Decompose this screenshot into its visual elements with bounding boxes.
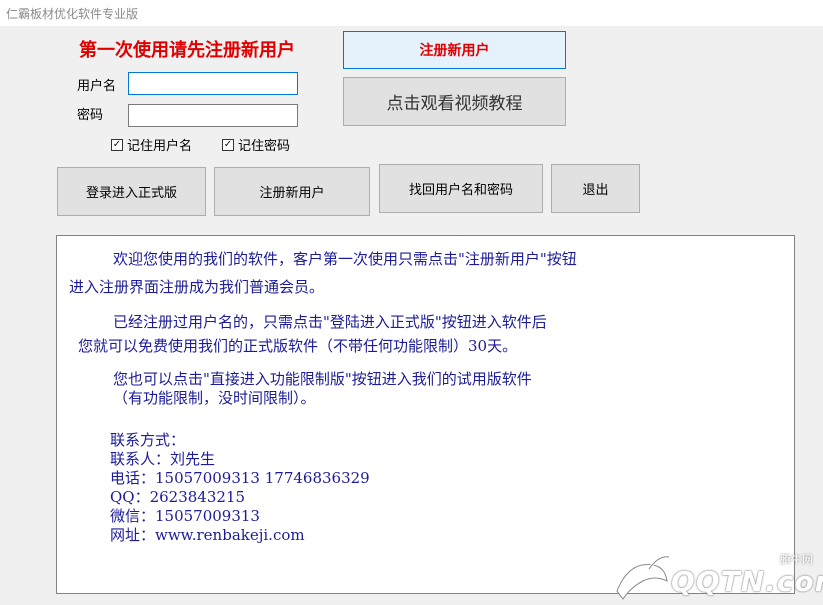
- contact-website: 网址：www.renbakeji.com: [110, 526, 305, 544]
- exit-button[interactable]: 退出: [551, 164, 640, 213]
- info-p1-line2: 进入注册界面注册成为我们普通会员。: [69, 278, 325, 296]
- register-top-button[interactable]: 注册新用户: [343, 31, 566, 69]
- watermark-text: QQTN.com: [671, 565, 823, 598]
- checkbox-checked-icon: ✓: [222, 138, 234, 151]
- info-p3-line1: 您也可以点击"直接进入功能限制版"按钮进入我们的试用版软件: [113, 370, 532, 388]
- video-tutorial-button[interactable]: 点击观看视频教程: [343, 77, 566, 126]
- remember-password-checkbox[interactable]: ✓ 记住密码: [222, 135, 290, 154]
- contact-qq: QQ：2623843215: [110, 488, 246, 506]
- bull-logo-icon: [616, 555, 670, 600]
- register-button[interactable]: 注册新用户: [214, 167, 370, 216]
- contact-wechat: 微信：15057009313: [110, 507, 260, 525]
- checkbox-checked-icon: ✓: [111, 138, 123, 151]
- login-button[interactable]: 登录进入正式版: [57, 167, 206, 216]
- contact-phone: 电话：15057009313 17746836329: [110, 469, 370, 487]
- window-title: 仁霸板材优化软件专业版: [6, 7, 139, 21]
- username-input[interactable]: [128, 72, 298, 95]
- remember-username-label: 记住用户名: [127, 139, 193, 154]
- username-label: 用户名: [77, 79, 117, 94]
- qqtn-watermark: 腾牛网 QQTN.com: [609, 551, 823, 603]
- info-p2-line1: 已经注册过用户名的，只需点击"登陆进入正式版"按钮进入软件后: [113, 313, 547, 331]
- register-prompt-heading: 第一次使用请先注册新用户: [79, 40, 295, 61]
- password-label: 密码: [77, 108, 104, 123]
- info-p3-line2: （有功能限制，没时间限制）。: [113, 389, 316, 407]
- info-panel[interactable]: 欢迎您使用的我们的软件，客户第一次使用只需点击"注册新用户"按钮 进入注册界面注…: [56, 235, 795, 594]
- info-p2-line2: 您就可以免费使用我们的正式版软件（不带任何功能限制）30天。: [78, 337, 518, 355]
- info-p1-line1: 欢迎您使用的我们的软件，客户第一次使用只需点击"注册新用户"按钮: [113, 250, 577, 268]
- contact-heading: 联系方式：: [110, 431, 186, 449]
- contact-person: 联系人：刘先生: [110, 450, 216, 468]
- remember-username-checkbox[interactable]: ✓ 记住用户名: [111, 135, 192, 154]
- title-bar: 仁霸板材优化软件专业版: [0, 0, 823, 26]
- remember-password-label: 记住密码: [238, 139, 291, 154]
- recover-account-button[interactable]: 找回用户名和密码: [379, 164, 543, 213]
- password-input[interactable]: [128, 104, 298, 127]
